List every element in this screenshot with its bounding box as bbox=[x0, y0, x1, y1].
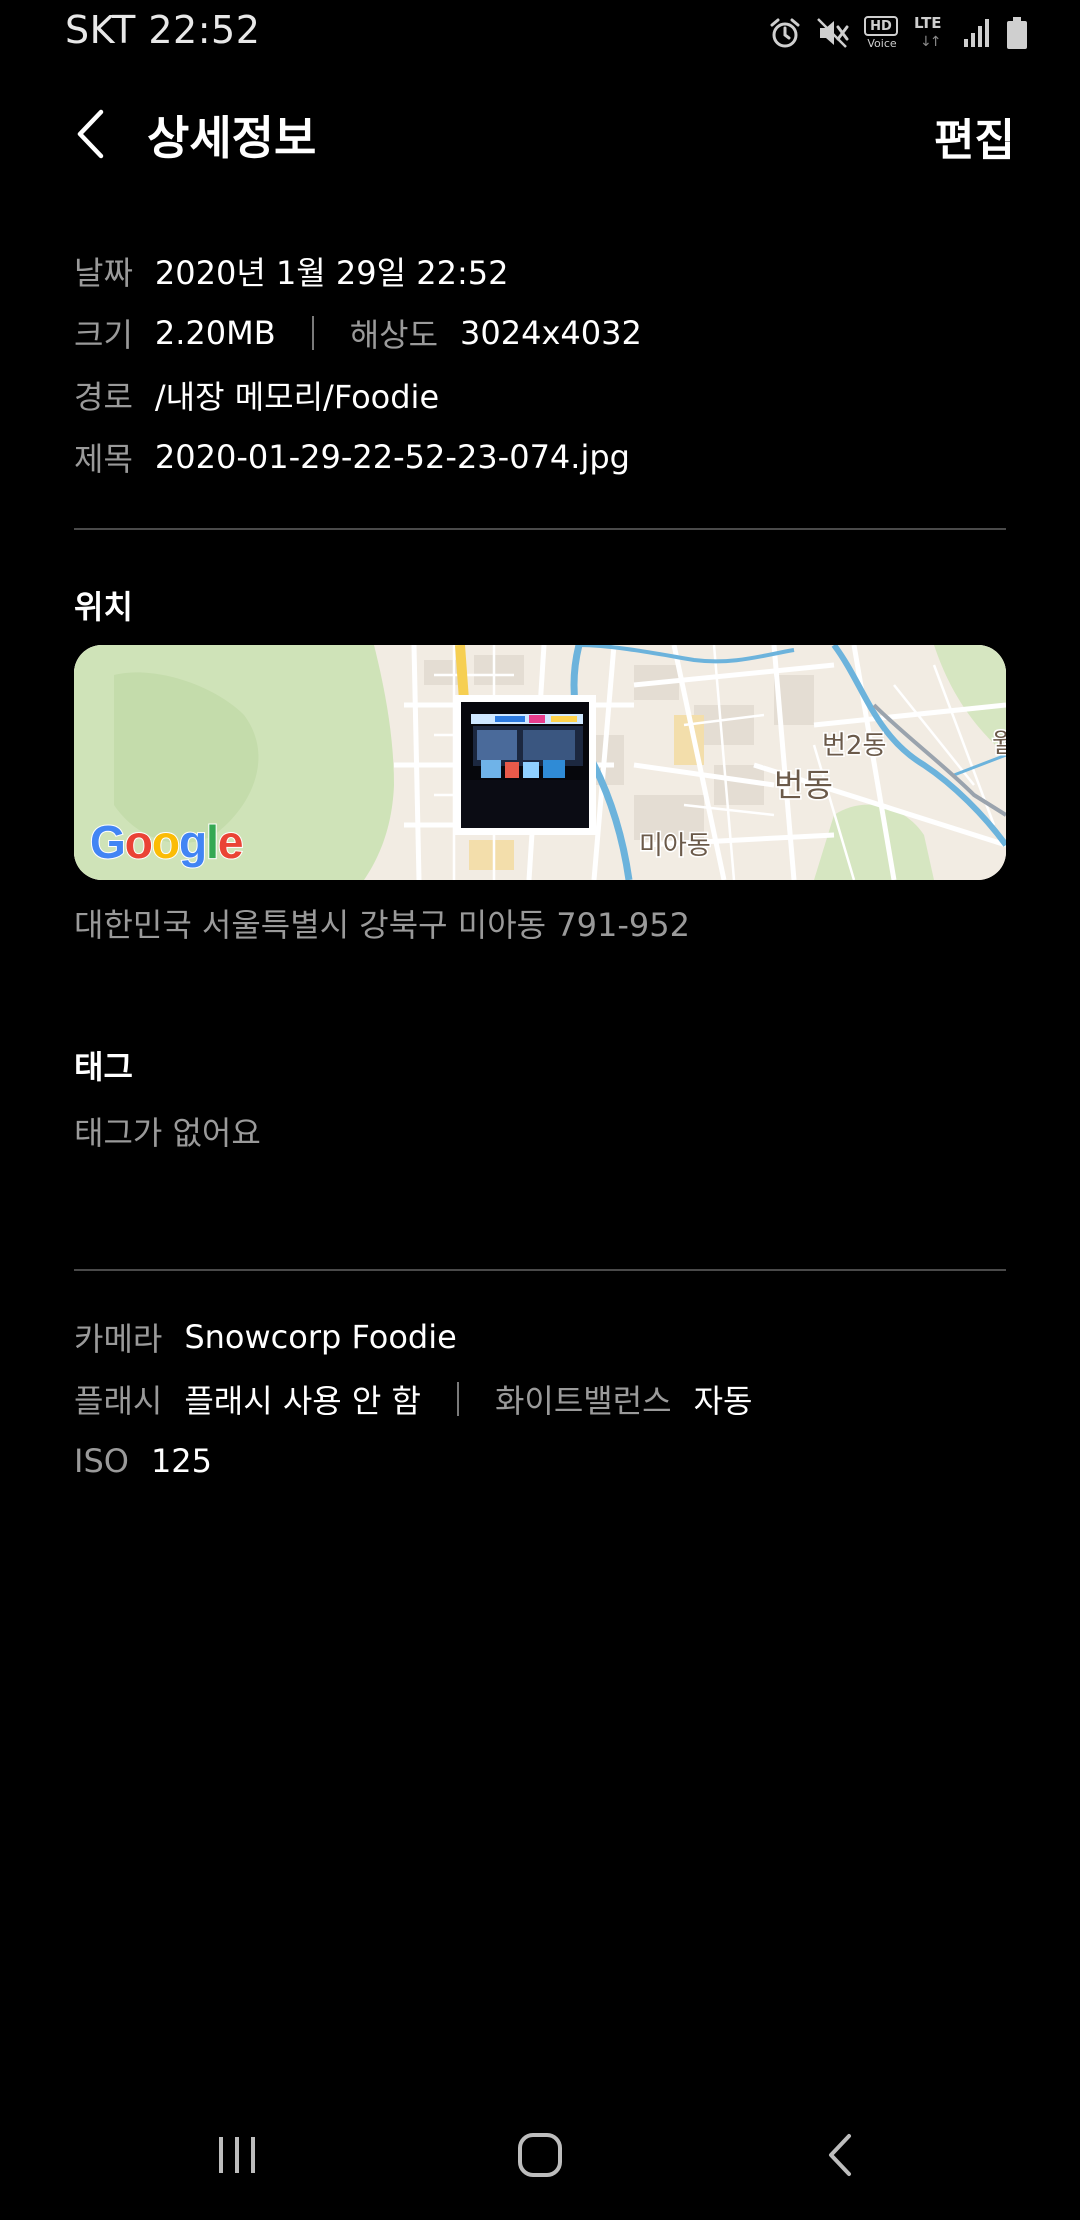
edit-button[interactable]: 편집 bbox=[934, 104, 1015, 168]
recent-apps-button[interactable] bbox=[197, 2120, 277, 2190]
iso-label: ISO bbox=[74, 1442, 129, 1480]
camera-row: 카메라 Snowcorp Foodie bbox=[74, 1306, 1006, 1368]
white-balance-label: 화이트밸런스 bbox=[494, 1382, 672, 1420]
resolution-value: 3024x4032 bbox=[460, 314, 642, 352]
google-logo: Google bbox=[89, 815, 245, 869]
status-icons: HD Voice LTE ↓↑ bbox=[768, 12, 1028, 54]
system-nav-bar bbox=[0, 2090, 1080, 2220]
map-label-beon2dong: 번2동 bbox=[820, 730, 887, 763]
camera-label: 카메라 bbox=[74, 1320, 163, 1358]
flash-label: 플래시 bbox=[74, 1382, 163, 1420]
recent-apps-icon bbox=[219, 2137, 255, 2173]
hd-label: HD bbox=[864, 16, 898, 36]
path-row: 경로 /내장 메모리/Foodie bbox=[74, 364, 1006, 426]
tags-empty-text: 태그가 없어요 bbox=[74, 1114, 261, 1152]
path-label: 경로 bbox=[74, 378, 133, 416]
resolution-label: 해상도 bbox=[349, 316, 439, 354]
app-header: 상세정보 편집 bbox=[0, 66, 1080, 206]
size-label: 크기 bbox=[74, 316, 133, 354]
camera-value: Snowcorp Foodie bbox=[184, 1318, 457, 1356]
location-address: 대한민국 서울특별시 강북구 미아동 791-952 bbox=[74, 906, 690, 944]
lte-label: LTE bbox=[914, 14, 942, 32]
voice-label: Voice bbox=[867, 37, 897, 50]
back-icon bbox=[829, 2134, 851, 2176]
flash-row: 플래시 플래시 사용 안 함 화이트밸런스 자동 bbox=[74, 1368, 1006, 1430]
separator bbox=[456, 1382, 459, 1416]
date-label: 날짜 bbox=[74, 254, 133, 292]
iso-value: 125 bbox=[150, 1442, 213, 1480]
title-value: 2020-01-29-22-52-23-074.jpg bbox=[154, 438, 630, 476]
lte-arrows: ↓↑ bbox=[920, 34, 942, 50]
alarm-icon bbox=[768, 16, 802, 50]
path-value: /내장 메모리/Foodie bbox=[154, 378, 440, 416]
white-balance-value: 자동 bbox=[693, 1382, 753, 1420]
hd-voice-icon: HD Voice bbox=[864, 12, 900, 54]
flash-value: 플래시 사용 안 함 bbox=[184, 1382, 421, 1420]
page-title: 상세정보 bbox=[147, 111, 317, 165]
home-button[interactable] bbox=[500, 2120, 580, 2190]
separator bbox=[311, 316, 314, 350]
home-icon bbox=[518, 2133, 562, 2177]
google-logo-letter: l bbox=[205, 815, 220, 869]
photo-thumbnail-image bbox=[461, 702, 589, 828]
divider bbox=[74, 1269, 1006, 1271]
map-label-beondong: 번동 bbox=[773, 765, 835, 806]
divider bbox=[74, 528, 1006, 530]
file-details: 날짜 2020년 1월 29일 22:52 크기 2.20MB 해상도 3024… bbox=[74, 240, 1006, 488]
google-logo-letter: o bbox=[151, 815, 181, 869]
mute-icon bbox=[816, 16, 850, 50]
signal-icon bbox=[962, 17, 992, 49]
location-map[interactable]: 번동 번2동 미아동 월 Google bbox=[74, 645, 1006, 880]
date-value: 2020년 1월 29일 22:52 bbox=[154, 254, 509, 292]
lte-icon: LTE ↓↑ bbox=[914, 12, 948, 54]
location-heading: 위치 bbox=[74, 588, 133, 626]
map-label-edge: 월 bbox=[991, 728, 1006, 761]
tags-heading: 태그 bbox=[74, 1048, 133, 1086]
chevron-left-icon bbox=[77, 109, 104, 159]
title-label: 제목 bbox=[74, 440, 133, 478]
status-bar: SKT 22:52 HD Voice LTE ↓↑ bbox=[0, 0, 1080, 66]
photo-thumbnail bbox=[454, 695, 596, 835]
size-value: 2.20MB bbox=[154, 314, 276, 352]
google-logo-letter: g bbox=[178, 815, 208, 869]
map-label-miadong: 미아동 bbox=[638, 830, 713, 863]
battery-icon bbox=[1006, 16, 1028, 50]
iso-row: ISO 125 bbox=[74, 1430, 1006, 1492]
status-carrier-time: SKT 22:52 bbox=[65, 8, 261, 52]
size-row: 크기 2.20MB 해상도 3024x4032 bbox=[74, 302, 1006, 364]
google-logo-letter: o bbox=[124, 815, 154, 869]
nav-back-button[interactable] bbox=[800, 2120, 880, 2190]
camera-details: 카메라 Snowcorp Foodie 플래시 플래시 사용 안 함 화이트밸런… bbox=[74, 1306, 1006, 1492]
google-logo-letter: e bbox=[217, 815, 245, 869]
date-row: 날짜 2020년 1월 29일 22:52 bbox=[74, 240, 1006, 302]
google-logo-letter: G bbox=[89, 815, 127, 869]
title-row: 제목 2020-01-29-22-52-23-074.jpg bbox=[74, 426, 1006, 488]
back-button[interactable] bbox=[60, 104, 120, 164]
